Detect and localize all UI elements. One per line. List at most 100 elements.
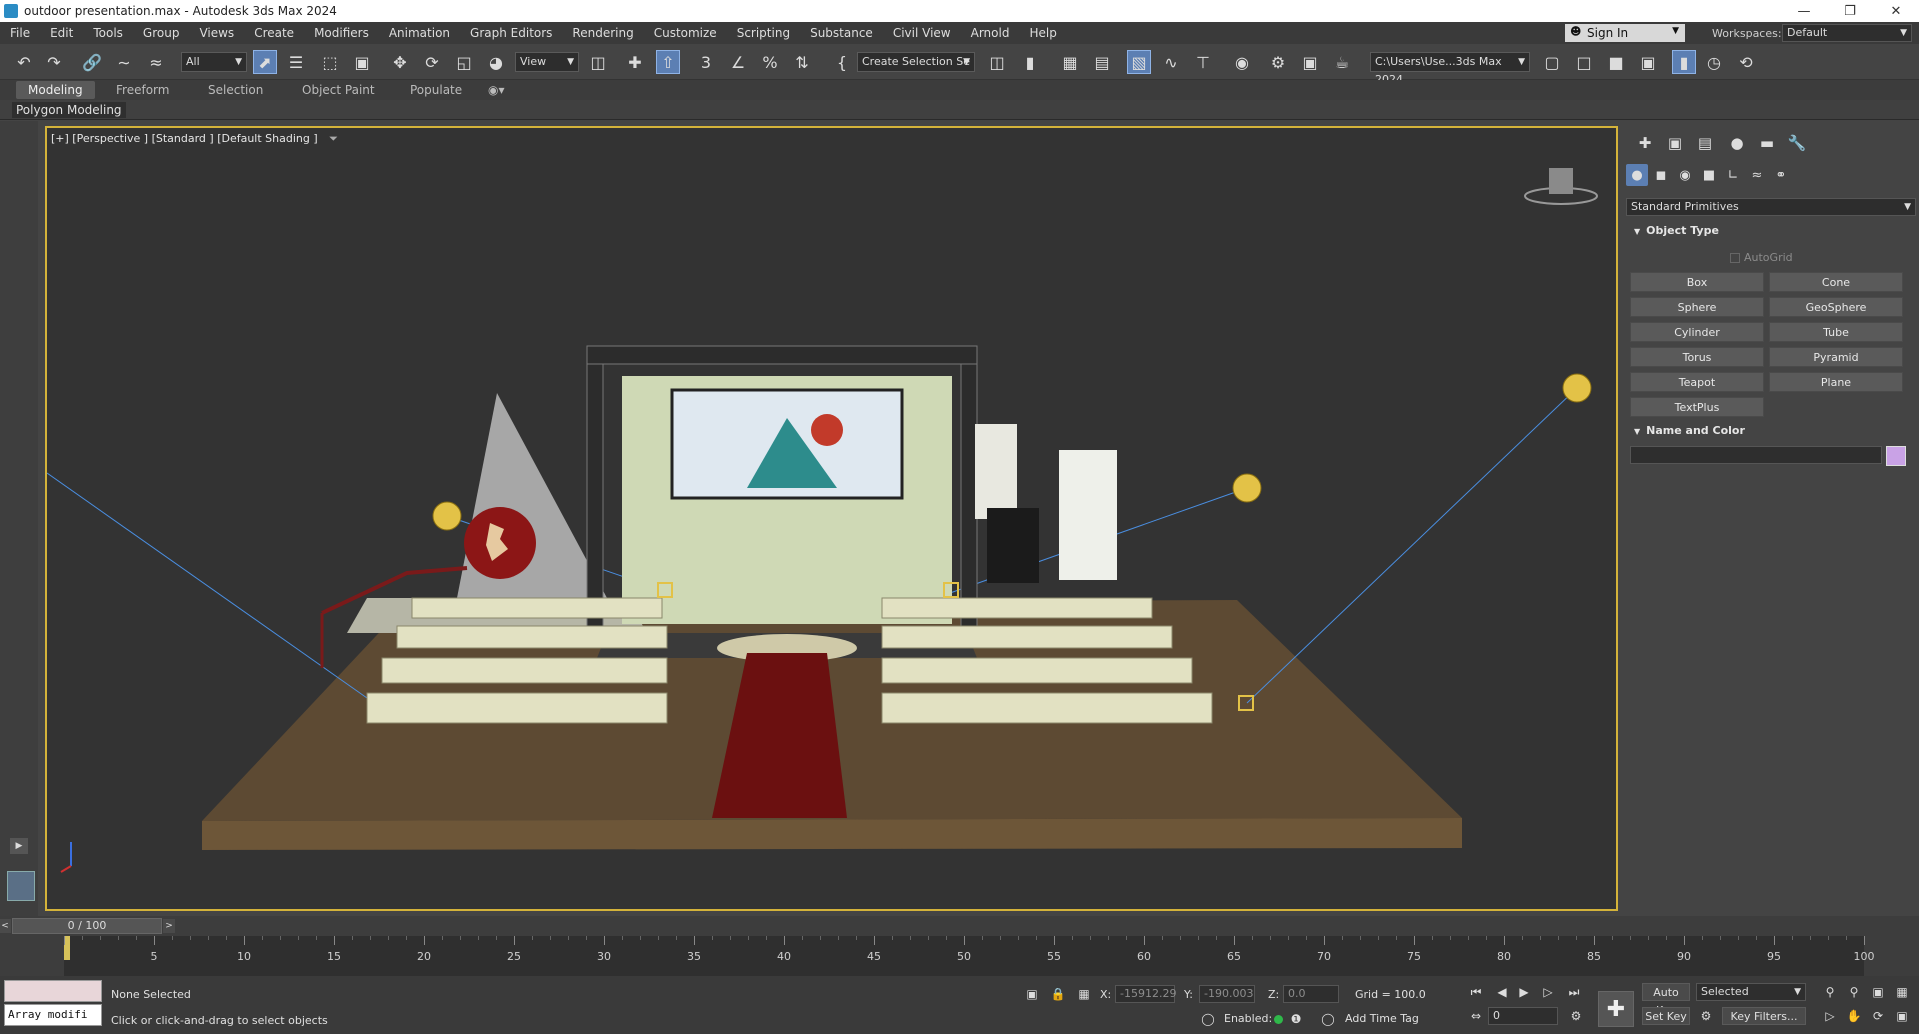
pivot-center-icon[interactable]: ◫ [586, 50, 610, 74]
plane-button[interactable]: Plane [1769, 372, 1903, 392]
zoom-all-icon[interactable]: ⚲ [1844, 982, 1864, 1002]
hierarchy-tab-icon[interactable]: ▤ [1694, 132, 1716, 154]
key-mode-toggle-icon[interactable]: ⇔ [1466, 1006, 1486, 1026]
lights-icon[interactable]: ◉ [1674, 164, 1696, 186]
select-and-move-icon[interactable]: ✥ [388, 50, 412, 74]
ribbon-options-icon[interactable]: ◉▾ [482, 81, 511, 99]
maximize-viewport-icon[interactable]: ▣ [1892, 1006, 1912, 1026]
z-coordinate-field[interactable]: 0.0 [1283, 985, 1339, 1003]
menu-file[interactable]: File [0, 26, 40, 40]
shapes-icon[interactable]: ◼ [1650, 164, 1672, 186]
render-production-icon[interactable]: ☕ [1330, 50, 1354, 74]
add-time-tag-label[interactable]: Add Time Tag [1345, 1012, 1419, 1025]
geosphere-button[interactable]: GeoSphere [1769, 297, 1903, 317]
keyboard-shortcut-override-icon[interactable]: ⇧ [656, 50, 680, 74]
align-icon[interactable]: ▮ [1018, 50, 1042, 74]
autobackup-icon[interactable]: ◷ [1702, 50, 1726, 74]
modify-tab-icon[interactable]: ▣ [1664, 132, 1686, 154]
tab-modeling[interactable]: Modeling [16, 81, 95, 99]
window-crossing-icon[interactable]: ▣ [350, 50, 374, 74]
render-setup-icon[interactable]: ⚙ [1266, 50, 1290, 74]
menu-customize[interactable]: Customize [644, 26, 727, 40]
close-button[interactable]: ✕ [1873, 0, 1919, 22]
menu-substance[interactable]: Substance [800, 26, 883, 40]
pan-view-icon[interactable]: ✋ [1844, 1006, 1864, 1026]
select-and-rotate-icon[interactable]: ⟳ [420, 50, 444, 74]
zoom-extents-icon[interactable]: ▣ [1868, 982, 1888, 1002]
select-by-name-icon[interactable]: ☰ [284, 50, 308, 74]
spinner-snap-icon[interactable]: ⇅ [790, 50, 814, 74]
key-filters-icon[interactable]: ⚙ [1696, 1006, 1716, 1026]
open-explorer-icon[interactable]: ▢ [1540, 50, 1564, 74]
next-frame-icon[interactable]: > [163, 919, 175, 933]
space-warps-icon[interactable]: ≈ [1746, 164, 1768, 186]
perspective-viewport[interactable]: [+] [Perspective ] [Standard ] [Default … [45, 126, 1618, 911]
menu-rendering[interactable]: Rendering [562, 26, 643, 40]
select-and-place-icon[interactable]: ◕ [484, 50, 508, 74]
sphere-button[interactable]: Sphere [1630, 297, 1764, 317]
menu-arnold[interactable]: Arnold [961, 26, 1020, 40]
filter-icon[interactable]: ⏷ [329, 132, 338, 145]
sign-in-button[interactable]: ☻ Sign In ▼ [1565, 24, 1685, 42]
motion-tab-icon[interactable]: ● [1726, 132, 1748, 154]
mirror-icon[interactable]: ◫ [985, 50, 1009, 74]
restore-button[interactable]: ❐ [1827, 0, 1873, 22]
box-button[interactable]: Box [1630, 272, 1764, 292]
time-tag-icon[interactable]: ❶ [1286, 1009, 1306, 1029]
angle-snap-icon[interactable]: ∠ [726, 50, 750, 74]
next-frame-button-icon[interactable]: ▷ [1538, 982, 1558, 1002]
previous-frame-button-icon[interactable]: ◀ [1492, 982, 1512, 1002]
play-icon[interactable]: ▶ [1514, 982, 1534, 1002]
scene-explorer-icon[interactable]: ▦ [1058, 50, 1082, 74]
link-icon[interactable]: 🔗 [80, 50, 104, 74]
select-manipulate-icon[interactable]: ✚ [623, 50, 647, 74]
set-key-big-icon[interactable]: ✚ [1598, 991, 1634, 1027]
unlink-icon[interactable]: ∼ [112, 50, 136, 74]
select-object-icon[interactable]: ⬈ [253, 50, 277, 74]
scene-render[interactable] [47, 128, 1618, 911]
minimize-button[interactable]: — [1781, 0, 1827, 22]
isolate-selection-icon[interactable]: ▣ [1022, 984, 1042, 1004]
auto-key-button[interactable]: Auto Key [1642, 983, 1690, 1017]
rendered-frame-window-icon[interactable]: ▣ [1298, 50, 1322, 74]
object-category-dropdown[interactable]: Standard Primitives ▼ [1626, 198, 1916, 216]
maxscript-mini-listener[interactable]: Array modifi [4, 1004, 102, 1026]
project-folder-dropdown[interactable]: C:\Users\Use...3ds Max 2024▼ [1370, 52, 1530, 86]
project-folder-icon[interactable]: ■ [1604, 50, 1628, 74]
current-frame-field[interactable]: 0 [1488, 1007, 1558, 1025]
tab-object-paint[interactable]: Object Paint [290, 81, 387, 99]
enabled-indicator[interactable] [1274, 1015, 1283, 1024]
geometry-icon[interactable]: ● [1626, 164, 1648, 186]
maxscript-listener-output[interactable] [4, 980, 102, 1002]
menu-civil-view[interactable]: Civil View [883, 26, 961, 40]
menu-group[interactable]: Group [133, 26, 190, 40]
menu-create[interactable]: Create [244, 26, 304, 40]
textplus-button[interactable]: TextPlus [1630, 397, 1764, 417]
select-and-scale-icon[interactable]: ◱ [452, 50, 476, 74]
orbit-icon[interactable]: ⟳ [1868, 1006, 1888, 1026]
rectangular-selection-icon[interactable]: ⬚ [318, 50, 342, 74]
y-coordinate-field[interactable]: -190.003 [1199, 985, 1255, 1003]
menu-tools[interactable]: Tools [83, 26, 133, 40]
menu-scripting[interactable]: Scripting [727, 26, 800, 40]
snaps-toggle-icon[interactable]: 3 [694, 50, 718, 74]
absolute-transform-icon[interactable]: ▦ [1074, 984, 1094, 1004]
sync-icon[interactable]: ⟲ [1734, 50, 1758, 74]
set-project-icon[interactable]: ▣ [1636, 50, 1660, 74]
object-color-swatch[interactable] [1886, 446, 1906, 466]
selection-lock-icon[interactable]: 🔒 [1048, 984, 1068, 1004]
edit-named-selection-icon[interactable]: { [830, 50, 854, 74]
key-filters-button[interactable]: Key Filters... [1722, 1007, 1806, 1025]
track-bar[interactable]: 5 10 15 20 25 30 35 40 45 50 55 60 65 70 75 80 85 90 95 100 [64, 936, 1875, 976]
go-to-end-icon[interactable]: ⏭ [1564, 982, 1584, 1002]
curve-editor-icon[interactable]: ∿ [1159, 50, 1183, 74]
selection-filter-dropdown[interactable]: All ▼ [181, 52, 247, 72]
menu-graph-editors[interactable]: Graph Editors [460, 26, 562, 40]
time-configuration-icon[interactable]: ⚙ [1566, 1006, 1586, 1026]
previous-frame-icon[interactable]: < [0, 919, 11, 933]
bind-space-warp-icon[interactable]: ≈ [144, 50, 168, 74]
key-mode-dropdown[interactable]: Selected ▼ [1696, 983, 1806, 1001]
cone-button[interactable]: Cone [1769, 272, 1903, 292]
menu-animation[interactable]: Animation [379, 26, 460, 40]
menu-help[interactable]: Help [1019, 26, 1066, 40]
